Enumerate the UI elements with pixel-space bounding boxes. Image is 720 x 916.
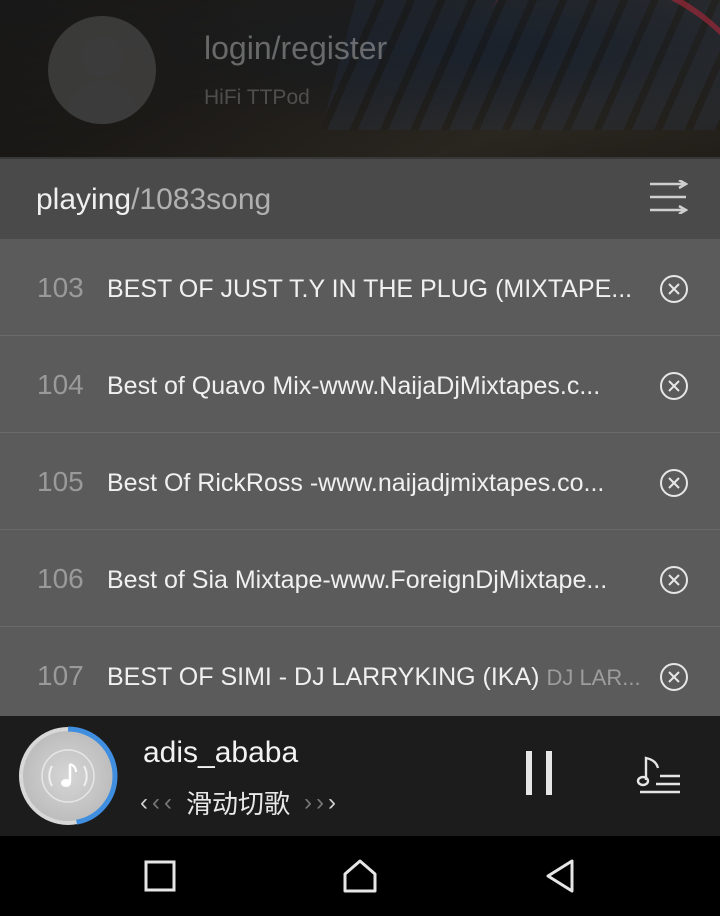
album-disc[interactable] bbox=[18, 726, 118, 826]
swipe-label: 滑动切歌 bbox=[186, 790, 291, 820]
login-register-link[interactable]: login/register bbox=[204, 30, 387, 67]
chevron-left-icon: ‹ bbox=[140, 788, 148, 816]
mini-player[interactable]: adis_ababa ‹ ‹ ‹ 滑动切歌 › › › bbox=[0, 716, 720, 836]
swipe-to-switch-hint[interactable]: ‹ ‹ ‹ 滑动切歌 › › › bbox=[140, 784, 336, 821]
playing-label: playing bbox=[36, 183, 132, 216]
track-title: Best of Sia Mixtape-www.ForeignDjMixtape… bbox=[107, 566, 608, 594]
list-item[interactable]: 104 Best of Quavo Mix-www.NaijaDjMixtape… bbox=[0, 336, 720, 433]
list-item[interactable]: 103 BEST OF JUST T.Y IN THE PLUG (MIXTAP… bbox=[0, 239, 720, 336]
chevron-right-icon: › bbox=[328, 788, 337, 816]
current-track-name: adis_ababa bbox=[143, 736, 299, 769]
chevron-right-icon: › bbox=[316, 788, 325, 816]
list-item[interactable]: 106 Best of Sia Mixtape-www.ForeignDjMix… bbox=[0, 530, 720, 627]
home-icon[interactable] bbox=[340, 856, 380, 896]
track-title: Best Of RickRoss -www.naijadjmixtapes.co… bbox=[107, 469, 605, 497]
account-header: login/register HiFi TTPod bbox=[0, 0, 720, 157]
pause-button[interactable] bbox=[520, 751, 560, 801]
remove-track-icon[interactable] bbox=[659, 468, 689, 498]
track-title: BEST OF SIMI - DJ LARRYKING (IKA) DJ LAR… bbox=[107, 663, 641, 691]
track-number: 105 bbox=[37, 466, 84, 497]
playlist: 103 BEST OF JUST T.Y IN THE PLUG (MIXTAP… bbox=[0, 239, 720, 716]
chevron-right-icon: › bbox=[304, 788, 313, 816]
system-nav-bar bbox=[0, 836, 720, 916]
remove-track-icon[interactable] bbox=[659, 371, 689, 401]
music-note-icon bbox=[41, 749, 95, 803]
app-subtitle: HiFi TTPod bbox=[204, 86, 310, 109]
list-item[interactable]: 107 BEST OF SIMI - DJ LARRYKING (IKA) DJ… bbox=[0, 627, 720, 716]
playlist-header: playing/1083song bbox=[0, 157, 720, 241]
track-title: Best of Quavo Mix-www.NaijaDjMixtapes.c.… bbox=[107, 372, 601, 400]
track-number: 106 bbox=[37, 563, 84, 594]
track-number: 104 bbox=[37, 369, 84, 400]
music-list-icon[interactable] bbox=[636, 750, 684, 798]
remove-track-icon[interactable] bbox=[659, 565, 689, 595]
pause-icon bbox=[526, 751, 532, 795]
track-title: BEST OF JUST T.Y IN THE PLUG (MIXTAPE... bbox=[107, 275, 633, 303]
user-avatar-icon[interactable] bbox=[48, 16, 156, 124]
back-icon[interactable] bbox=[540, 856, 580, 896]
remove-track-icon[interactable] bbox=[659, 662, 689, 692]
sort-lines-icon[interactable] bbox=[648, 180, 688, 214]
remove-track-icon[interactable] bbox=[659, 274, 689, 304]
chevron-left-icon: ‹ bbox=[152, 788, 160, 816]
list-item[interactable]: 105 Best Of RickRoss -www.naijadjmixtape… bbox=[0, 433, 720, 530]
track-number: 103 bbox=[37, 272, 84, 303]
song-count: /1083song bbox=[131, 183, 272, 216]
recent-apps-icon[interactable] bbox=[140, 856, 180, 896]
track-number: 107 bbox=[37, 660, 84, 691]
chevron-left-icon: ‹ bbox=[164, 788, 172, 816]
